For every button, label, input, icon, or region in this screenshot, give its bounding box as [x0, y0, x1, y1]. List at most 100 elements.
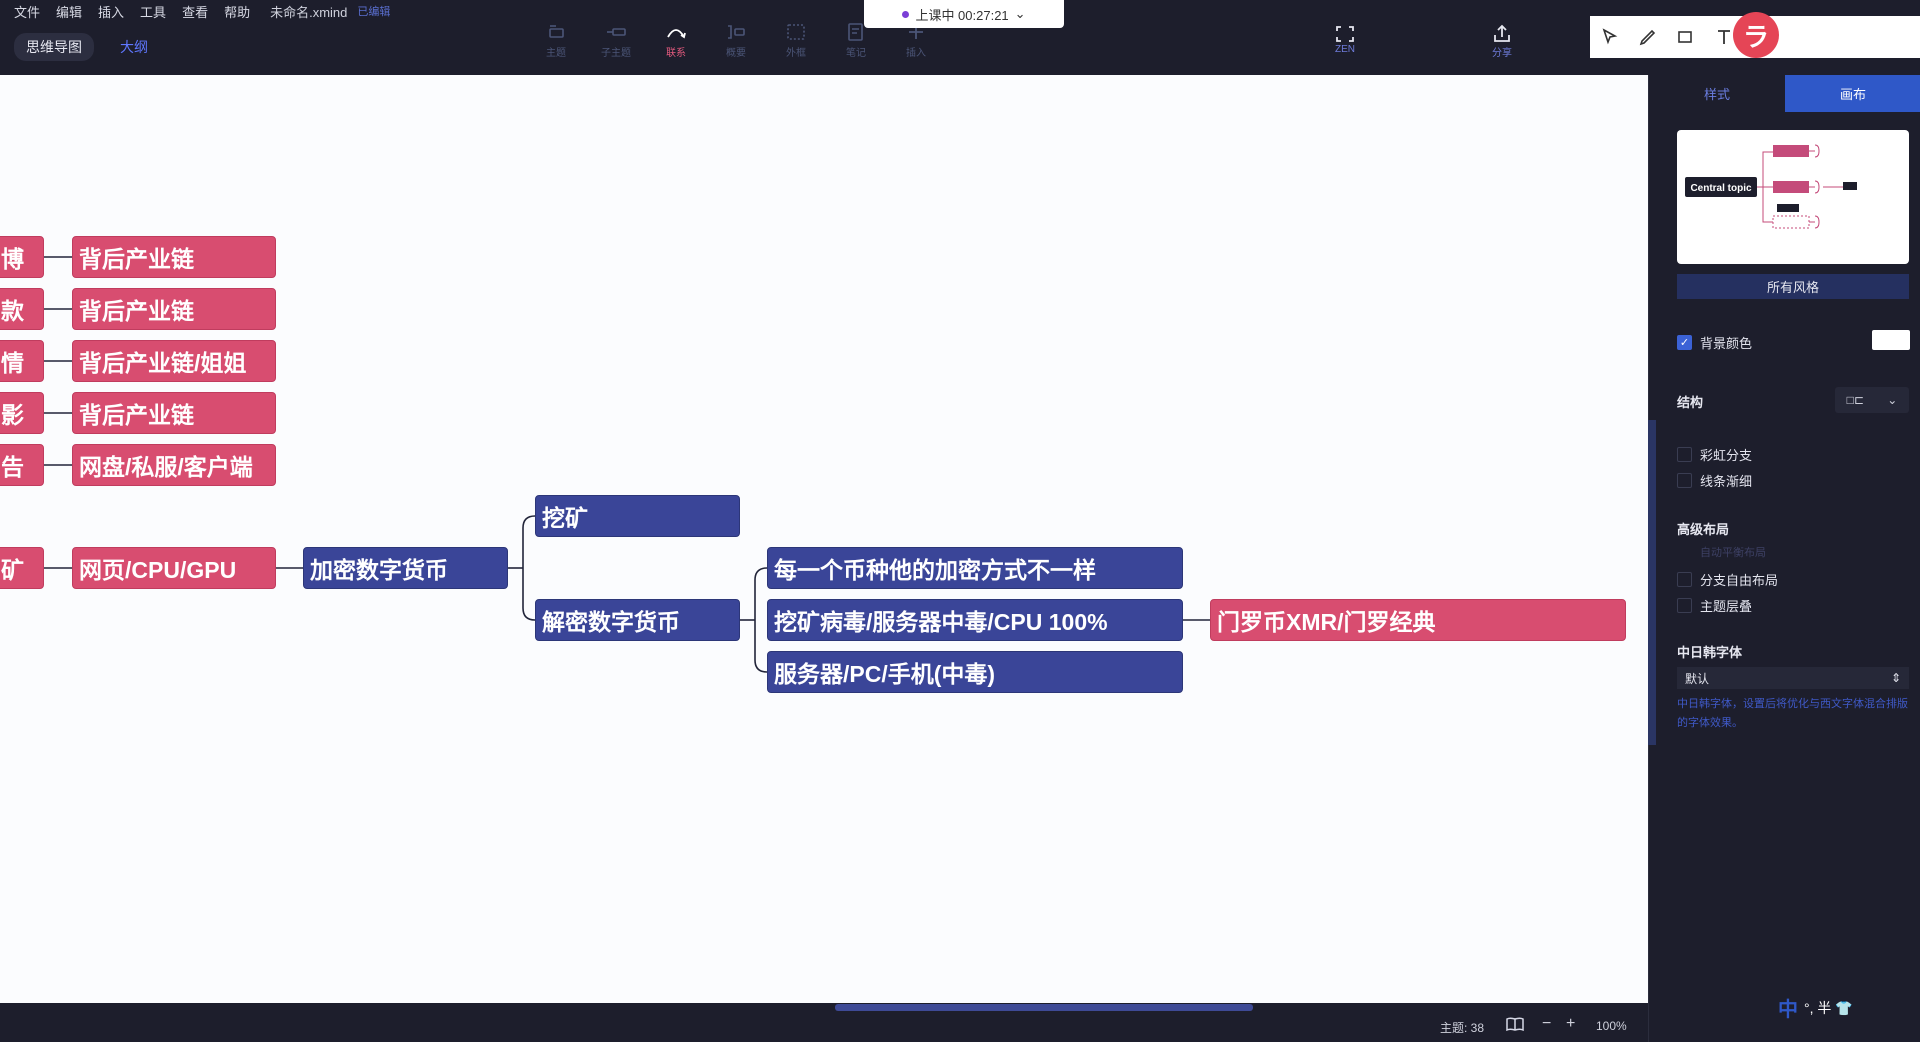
outline-book-icon[interactable] [1506, 1017, 1524, 1031]
background-color-row: ✓ 背景颜色 [1677, 333, 1752, 352]
menu-tools[interactable]: 工具 [140, 2, 166, 21]
mindmap-canvas[interactable]: 博 款 情 影 告 矿 背后产业链 背后产业链 背后产业链/姐姐 背后产业链 网… [0, 75, 1648, 1003]
topic-encryption-methods[interactable]: 每一个币种他的加密方式不一样 [767, 547, 1183, 589]
menu-bar: 文件 编辑 插入 工具 查看 帮助 未命名.xmind 已编辑 [14, 2, 390, 20]
class-timer[interactable]: 上课中 00:27:21 ⌄ [864, 0, 1064, 28]
tab-canvas[interactable]: 画布 [1785, 75, 1920, 112]
chevron-down-icon: ⌄ [1014, 6, 1026, 21]
menu-insert[interactable]: 插入 [98, 2, 124, 21]
advanced-layout-title: 高级布局 [1677, 522, 1730, 537]
updown-chevron-icon: ⇕ [1890, 671, 1901, 685]
timer-label: 上课中 00:27:21 [915, 7, 1009, 23]
app-logo-icon: ラ [1733, 12, 1779, 58]
line-taper-label: 线条渐细 [1700, 474, 1753, 489]
free-branch-row: 分支自由布局 [1677, 570, 1778, 589]
topic-fragment[interactable]: 情 [0, 340, 44, 382]
boundary-button[interactable]: 外框 [776, 22, 816, 59]
tab-mindmap[interactable]: 思维导图 [14, 33, 94, 61]
pen-icon[interactable] [1638, 27, 1658, 47]
note-label: 笔记 [846, 48, 866, 59]
structure-select[interactable]: □⊏ ⌄ [1835, 387, 1909, 413]
topic-icon [549, 25, 564, 38]
zen-label: ZEN [1335, 44, 1355, 55]
style-preview-thumbnail[interactable]: Central topic [1677, 130, 1909, 264]
document-filename: 未命名.xmind [270, 4, 348, 20]
cjk-font-description: 中日韩字体，设置后将优化与西文字体混合排版的字体效果。 [1677, 698, 1908, 729]
relationship-button[interactable]: 联系 [656, 22, 696, 59]
text-icon[interactable] [1714, 27, 1734, 47]
topic-fragment[interactable]: 影 [0, 392, 44, 434]
topic-infected-devices[interactable]: 服务器/PC/手机(中毒) [767, 651, 1183, 693]
rainbow-branch-checkbox[interactable] [1677, 447, 1692, 462]
topic-count: 主题: 38 [1440, 1021, 1485, 1035]
free-branch-checkbox[interactable] [1677, 572, 1692, 587]
zoom-level[interactable]: 100% [1596, 1019, 1627, 1033]
recording-dot-icon [902, 10, 910, 18]
central-topic-label: Central topic [1690, 183, 1752, 194]
summary-icon [728, 25, 745, 39]
topic-fragment[interactable]: 告 [0, 444, 44, 486]
boundary-label: 外框 [786, 48, 806, 59]
share-button[interactable]: 分享 [1482, 24, 1522, 59]
summary-button[interactable]: 概要 [716, 22, 756, 59]
auto-balance-checkbox [1677, 545, 1692, 560]
cjk-font-select[interactable]: 默认 ⇕ [1677, 667, 1909, 689]
all-styles-button[interactable]: 所有风格 [1677, 274, 1909, 299]
free-branch-label: 分支自由布局 [1700, 573, 1779, 588]
topic-decrypt-crypto[interactable]: 解密数字货币 [535, 599, 740, 641]
subtopic-icon [607, 28, 626, 36]
ime-indicator[interactable]: 中 °, 半 👕 [1778, 993, 1853, 1022]
topic-mining[interactable]: 挖矿 [535, 495, 740, 537]
topic-monero[interactable]: 门罗币XMR/门罗经典 [1210, 599, 1626, 641]
menu-help[interactable]: 帮助 [224, 2, 250, 21]
share-icon [1494, 24, 1510, 42]
topic-overlap-label: 主题层叠 [1700, 599, 1753, 614]
topic-netdisk[interactable]: 网盘/私服/客户端 [72, 444, 276, 486]
status-bar: 主题: 38 − + 100% [0, 1003, 1648, 1042]
topic-industry-chain[interactable]: 背后产业链 [72, 392, 276, 434]
topic-mining-virus[interactable]: 挖矿病毒/服务器中毒/CPU 100% [767, 599, 1183, 641]
zoom-in-button[interactable]: + [1566, 1015, 1575, 1033]
topic-industry-chain[interactable]: 背后产业链 [72, 236, 276, 278]
insert-label: 插入 [906, 48, 926, 59]
zoom-out-button[interactable]: − [1542, 1015, 1551, 1033]
connector-lines [44, 256, 1210, 673]
top-bar: 文件 编辑 插入 工具 查看 帮助 未命名.xmind 已编辑 思维导图 大纲 … [0, 0, 1920, 75]
tab-style[interactable]: 样式 [1649, 75, 1785, 112]
background-color-swatch[interactable] [1872, 330, 1910, 350]
menu-file[interactable]: 文件 [14, 2, 40, 21]
style-preview-diagram: Central topic [1685, 144, 1857, 229]
horizontal-scrollbar[interactable] [835, 1004, 1253, 1011]
pointer-icon[interactable] [1600, 27, 1620, 47]
summary-label: 概要 [726, 48, 746, 59]
topic-industry-chain[interactable]: 背后产业链 [72, 288, 276, 330]
topic-fragment[interactable]: 矿 [0, 547, 44, 589]
rainbow-branch-row: 彩虹分支 [1677, 445, 1752, 464]
zen-button[interactable]: ZEN [1325, 24, 1365, 55]
background-color-checkbox[interactable]: ✓ [1677, 335, 1692, 350]
fullscreen-icon [1336, 26, 1354, 42]
topic-fragment[interactable]: 博 [0, 236, 44, 278]
topic-industry-chain[interactable]: 背后产业链/姐姐 [72, 340, 276, 382]
topic-label: 主题 [546, 48, 566, 59]
rainbow-branch-label: 彩虹分支 [1700, 448, 1753, 463]
topic-button[interactable]: 主题 [536, 22, 576, 59]
topic-crypto[interactable]: 加密数字货币 [303, 547, 508, 589]
topic-overlap-row: 主题层叠 [1677, 596, 1752, 615]
menu-edit[interactable]: 编辑 [56, 2, 82, 21]
background-color-label: 背景颜色 [1700, 336, 1753, 351]
tab-outline[interactable]: 大纲 [108, 33, 160, 61]
structure-title: 结构 [1677, 395, 1704, 410]
save-status: 已编辑 [357, 6, 391, 18]
relationship-icon [667, 29, 686, 39]
subtopic-button[interactable]: 子主题 [596, 22, 636, 59]
format-panel: 样式 画布 Central topic 所有风格 ✓ 背景颜色 结构 □⊏ ⌄ … [1648, 75, 1920, 1042]
topic-overlap-checkbox[interactable] [1677, 598, 1692, 613]
topic-fragment[interactable]: 款 [0, 288, 44, 330]
menu-view[interactable]: 查看 [182, 2, 208, 21]
rectangle-icon[interactable] [1676, 27, 1696, 47]
line-taper-checkbox[interactable] [1677, 473, 1692, 488]
panel-scrollbar[interactable] [1648, 420, 1656, 745]
logic-chart-icon: □⊏ [1846, 393, 1864, 407]
topic-web-cpu-gpu[interactable]: 网页/CPU/GPU [72, 547, 276, 589]
